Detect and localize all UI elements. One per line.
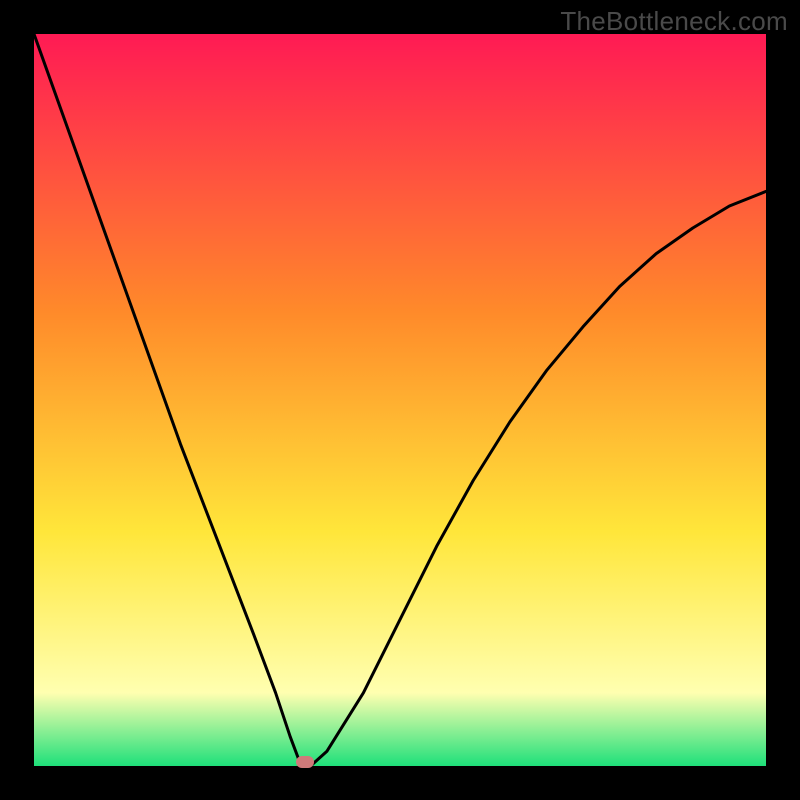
chart-frame: TheBottleneck.com <box>0 0 800 800</box>
minimum-marker <box>296 756 314 768</box>
plot-area <box>34 34 766 766</box>
plot-svg <box>34 34 766 766</box>
gradient-background <box>34 34 766 766</box>
watermark-text: TheBottleneck.com <box>560 6 788 37</box>
